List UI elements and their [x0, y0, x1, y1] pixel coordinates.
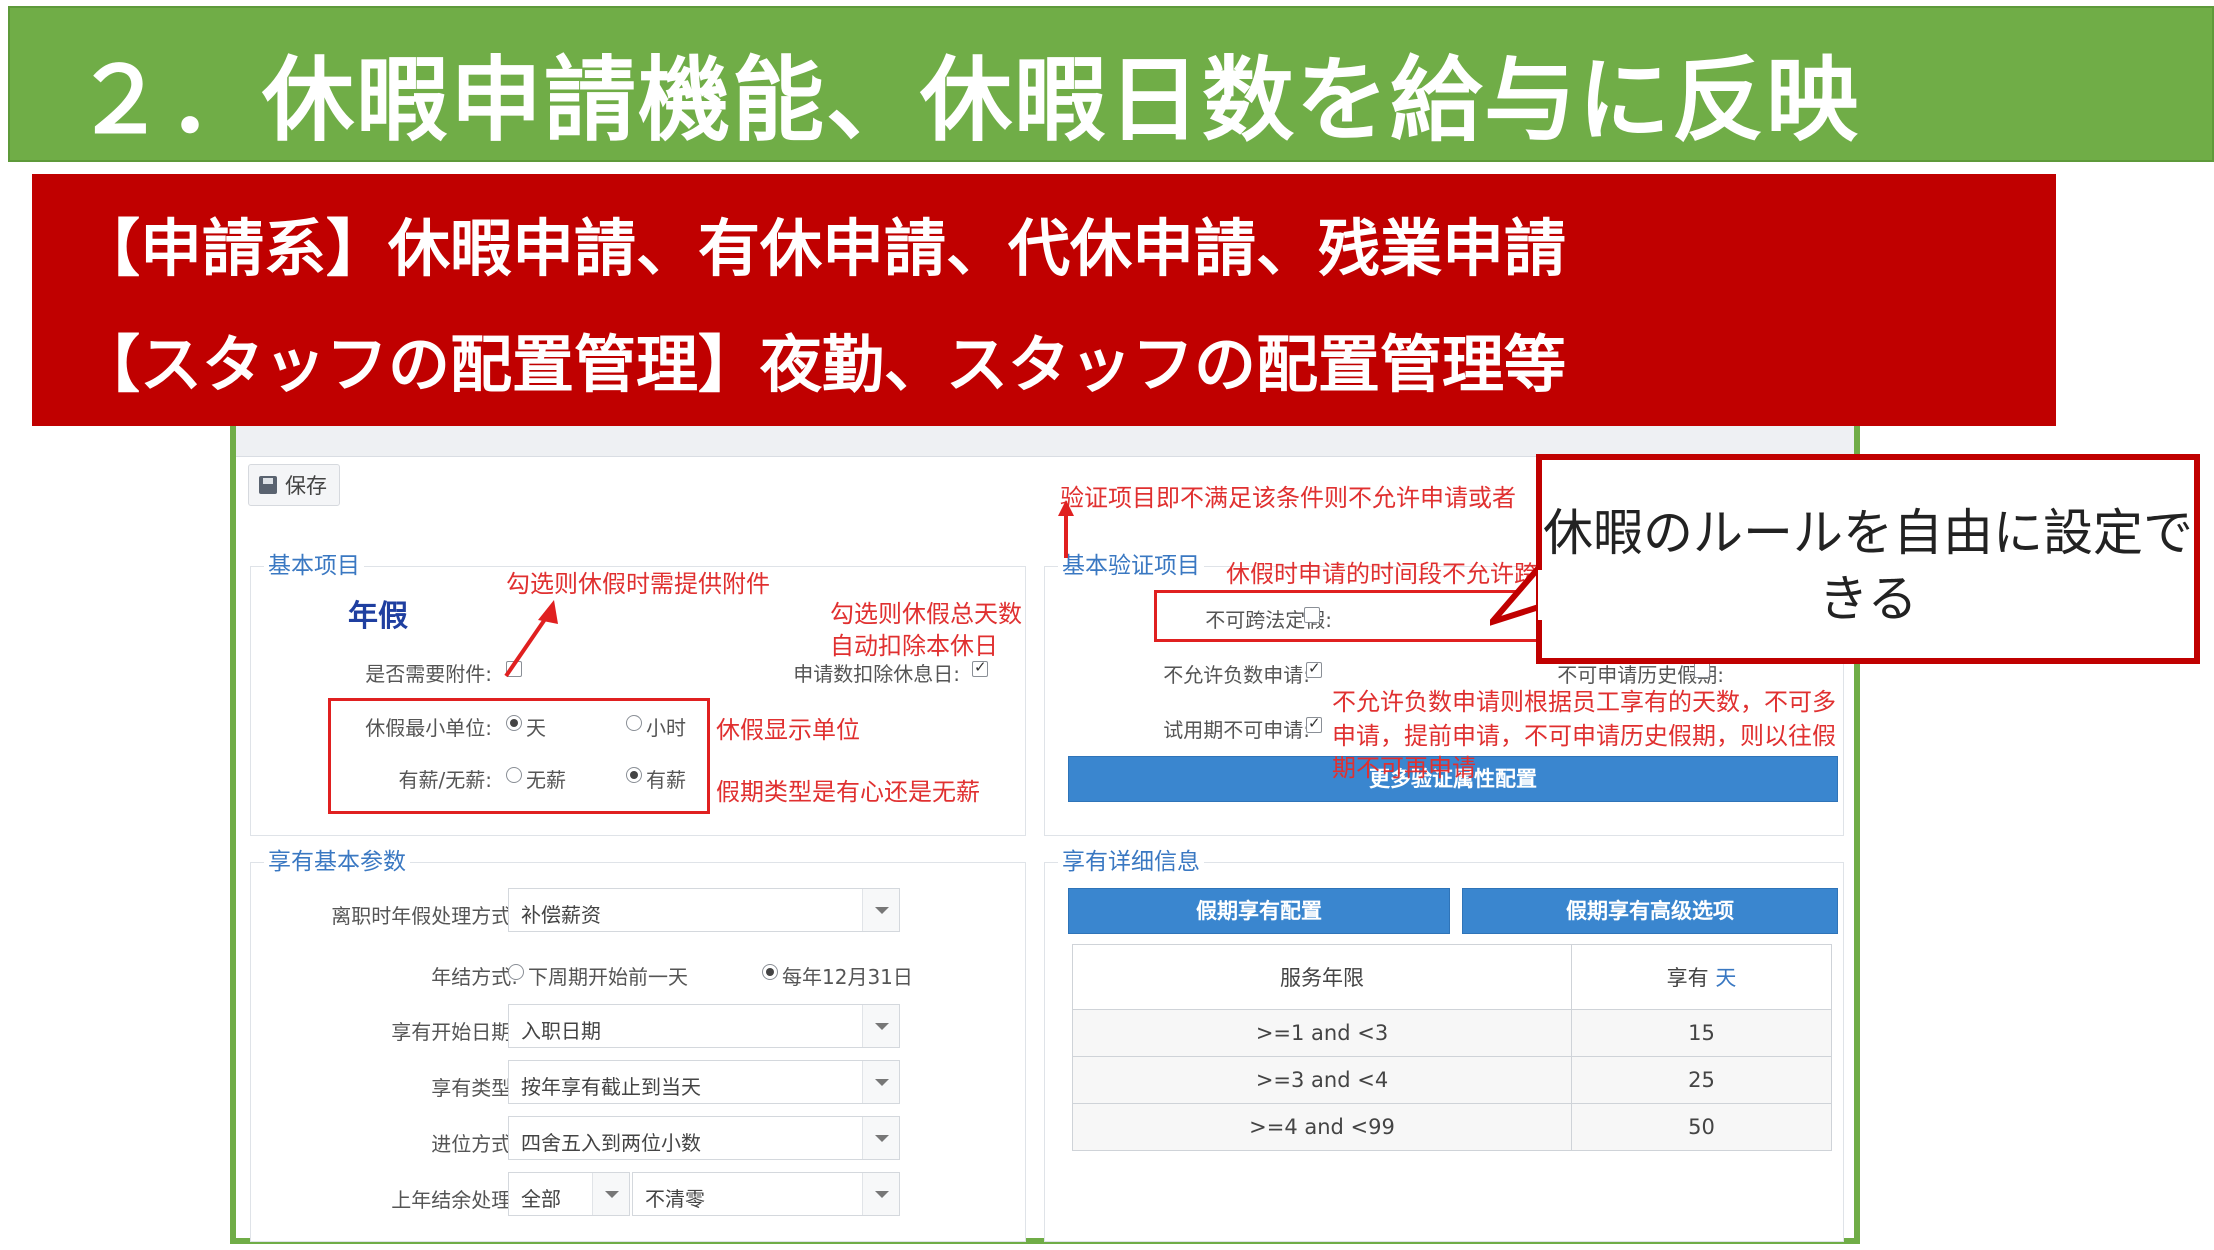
unpaid-radio[interactable] — [506, 767, 522, 783]
settle-option-1-radio[interactable] — [508, 964, 524, 980]
chevron-down-icon — [862, 889, 899, 931]
enjoy-config-button[interactable]: 假期享有配置 — [1068, 888, 1450, 934]
red-banner: 【申請系】休暇申請、有休申請、代休申請、残業申請 【スタッフの配置管理】夜勤、ス… — [32, 174, 2056, 426]
cross-holiday-checkbox[interactable] — [1304, 607, 1320, 623]
resign-handling-select[interactable]: 补偿薪资 — [508, 888, 900, 932]
annotation-negative-3: 期不可再申请 — [1332, 754, 1476, 782]
annotation-deduct-1: 勾选则休假总天数 — [830, 600, 1022, 628]
enjoy-days: 25 — [1571, 1056, 1832, 1104]
rounding-select[interactable]: 四舍五入到两位小数 — [508, 1116, 900, 1160]
start-date-value: 入职日期 — [521, 1019, 601, 1043]
start-date-label: 享有开始日期: — [391, 1020, 518, 1044]
no-history-checkbox[interactable] — [1694, 662, 1710, 678]
annotation-deduct-2: 自动扣除本休日 — [830, 632, 998, 660]
deduct-checkbox[interactable] — [972, 658, 988, 677]
annotation-arrow-verify — [1058, 500, 1074, 558]
save-button[interactable]: 保存 — [248, 464, 340, 506]
start-date-select[interactable]: 入职日期 — [508, 1004, 900, 1048]
enjoy-days: 15 — [1571, 1009, 1832, 1057]
unit-hour-radio[interactable] — [626, 715, 642, 731]
chevron-down-icon — [862, 1005, 899, 1047]
service-range: >=3 and <4 — [1072, 1056, 1572, 1104]
callout-text: 休暇のルールを自由に設定できる — [1543, 504, 2193, 628]
deduct-label: 申请数扣除休息日: — [793, 662, 960, 686]
annotation-attach: 勾选则休假时需提供附件 — [506, 570, 770, 598]
basic-legend: 基本项目 — [264, 546, 364, 580]
resign-handling-value: 补偿薪资 — [521, 903, 601, 927]
verify-legend: 基本验证项目 — [1058, 546, 1204, 580]
resign-handling-label: 离职时年假处理方式: — [331, 904, 518, 928]
annotation-paid: 假期类型是有心还是无薪 — [716, 778, 980, 806]
carry-over-clear-select[interactable]: 不清零 — [632, 1172, 900, 1216]
service-range: >=1 and <3 — [1072, 1009, 1572, 1057]
service-range: >=4 and <99 — [1072, 1103, 1572, 1151]
probation-label: 试用期不可申请: — [1163, 718, 1310, 742]
col-service-years: 服务年限 — [1072, 944, 1572, 1010]
settle-option-1-text: 下周期开始前一天 — [528, 965, 688, 989]
carry-over-scope-value: 全部 — [521, 1187, 561, 1211]
annotation-verify-top: 验证项目即不满足该条件则不允许申请或者 — [1060, 484, 1516, 512]
save-icon — [259, 476, 277, 494]
min-unit-label: 休假最小单位: — [365, 716, 492, 740]
enjoy-type-select[interactable]: 按年享有截止到当天 — [508, 1060, 900, 1104]
rounding-value: 四舍五入到两位小数 — [521, 1131, 701, 1155]
rounding-label: 进位方式: — [431, 1132, 518, 1156]
attachment-label: 是否需要附件: — [365, 662, 492, 686]
unit-day-text: 天 — [526, 716, 546, 740]
paid-radio[interactable] — [626, 767, 642, 783]
enjoy-type-label: 享有类型: — [431, 1076, 518, 1100]
carry-over-label: 上年结余处理: — [391, 1188, 518, 1212]
window-top-bar — [236, 426, 1854, 457]
col-enjoy-days: 享有 天 — [1571, 944, 1832, 1010]
enjoy-advanced-button[interactable]: 假期享有高级选项 — [1462, 888, 1838, 934]
no-negative-label: 不允许负数申请: — [1163, 663, 1310, 687]
annotation-arrow-attach — [504, 600, 558, 678]
service-years-table: 服务年限 享有 天 >=1 and <3 15 >=3 and <4 25 >=… — [1072, 944, 1832, 1151]
carry-over-clear-value: 不清零 — [645, 1187, 705, 1211]
probation-checkbox[interactable] — [1306, 714, 1322, 733]
table-row[interactable]: >=3 and <4 25 — [1072, 1056, 1832, 1104]
detail-legend: 享有详细信息 — [1058, 842, 1204, 876]
banner-line-2: 【スタッフの配置管理】夜勤、スタッフの配置管理等 — [78, 328, 1567, 401]
unit-hour-text: 小时 — [646, 716, 686, 740]
table-row[interactable]: >=4 and <99 50 — [1072, 1103, 1832, 1151]
table-header-row: 服务年限 享有 天 — [1072, 944, 1832, 1010]
table-row[interactable]: >=1 and <3 15 — [1072, 1009, 1832, 1057]
unpaid-text: 无薪 — [526, 768, 566, 792]
slide-title: ２．休暇申請機能、休暇日数を給与に反映 — [74, 47, 1861, 154]
settle-option-2-radio[interactable] — [762, 964, 778, 980]
settle-option-2-text: 每年12月31日 — [782, 965, 913, 989]
annotation-unit: 休假显示单位 — [716, 716, 860, 744]
chevron-down-icon — [862, 1061, 899, 1103]
save-label: 保存 — [285, 474, 327, 498]
chevron-down-icon — [862, 1173, 899, 1215]
params-legend: 享有基本参数 — [264, 842, 410, 876]
annotation-negative-2: 申请，提前申请，不可申请历史假期，则以往假 — [1332, 722, 1836, 750]
no-negative-checkbox[interactable] — [1306, 659, 1322, 678]
leave-type-name: 年假 — [348, 599, 408, 634]
banner-line-1: 【申請系】休暇申請、有休申請、代休申請、残業申請 — [78, 212, 1567, 285]
paid-text: 有薪 — [646, 768, 686, 792]
slide-title-bar: ２．休暇申請機能、休暇日数を給与に反映 — [8, 6, 2214, 162]
chevron-down-icon — [862, 1117, 899, 1159]
chevron-down-icon — [592, 1173, 629, 1215]
unit-day-radio[interactable] — [506, 715, 522, 731]
annotation-negative-1: 不允许负数申请则根据员工享有的天数，不可多 — [1332, 688, 1836, 716]
callout-pointer-joint — [1538, 570, 1546, 620]
carry-over-scope-select[interactable]: 全部 — [508, 1172, 630, 1216]
enjoy-days: 50 — [1571, 1103, 1832, 1151]
enjoy-type-value: 按年享有截止到当天 — [521, 1075, 701, 1099]
callout-box: 休暇のルールを自由に設定できる — [1536, 454, 2200, 664]
settle-label: 年结方式: — [431, 965, 518, 989]
paid-label: 有薪/无薪: — [398, 768, 492, 792]
